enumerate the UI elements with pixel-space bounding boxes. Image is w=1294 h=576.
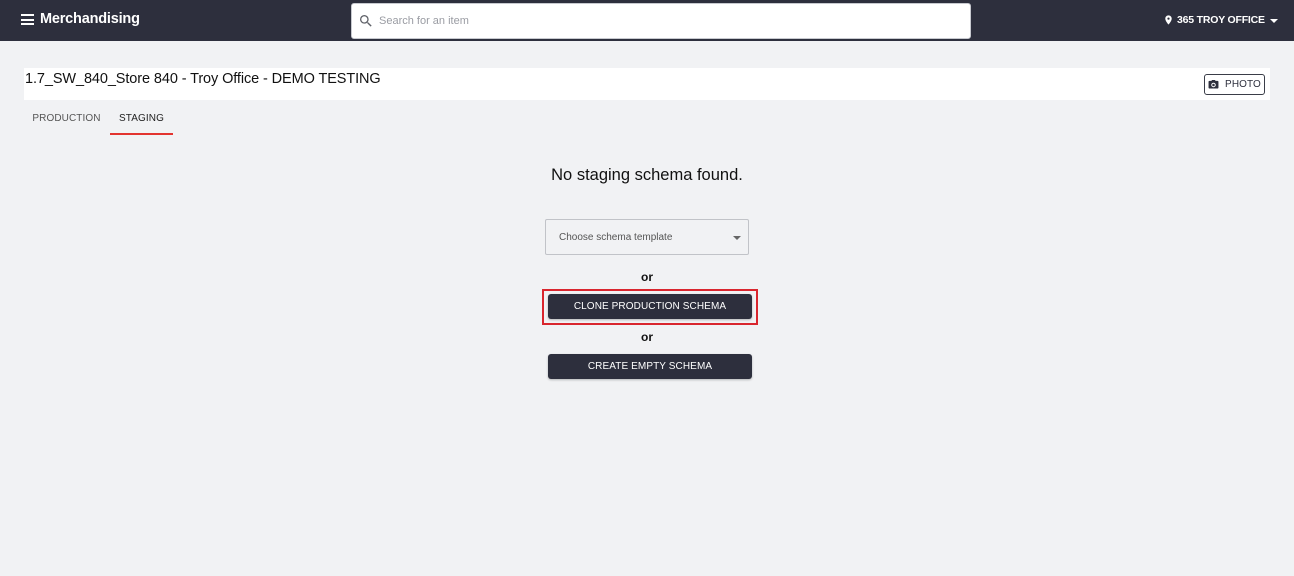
clone-production-schema-button[interactable]: CLONE PRODUCTION SCHEMA	[548, 294, 752, 319]
search-icon	[360, 15, 372, 27]
app-bar: Merchandising 365 TROY OFFICE	[0, 0, 1294, 41]
search-input[interactable]	[379, 5, 964, 37]
location-selector[interactable]: 365 TROY OFFICE	[1163, 12, 1278, 28]
tab-staging[interactable]: STAGING	[110, 107, 173, 135]
page-title: 1.7_SW_840_Store 840 - Troy Office - DEM…	[25, 71, 381, 87]
menu-icon[interactable]	[21, 14, 34, 25]
empty-state-message: No staging schema found.	[551, 166, 743, 184]
app-title: Merchandising	[40, 11, 140, 27]
camera-icon	[1208, 80, 1219, 89]
schema-template-placeholder: Choose schema template	[559, 232, 673, 243]
page-header: 1.7_SW_840_Store 840 - Troy Office - DEM…	[24, 68, 1270, 100]
create-empty-schema-button[interactable]: CREATE EMPTY SCHEMA	[548, 354, 752, 379]
photo-button[interactable]: PHOTO	[1204, 74, 1265, 95]
schema-template-select[interactable]: Choose schema template	[545, 219, 749, 255]
search-box[interactable]	[351, 3, 971, 39]
chevron-down-icon	[1269, 18, 1278, 23]
photo-button-label: PHOTO	[1225, 79, 1261, 90]
or-separator: or	[641, 270, 653, 284]
or-separator: or	[641, 330, 653, 344]
location-label: 365 TROY OFFICE	[1177, 14, 1265, 26]
chevron-down-icon	[733, 236, 741, 240]
map-pin-icon	[1165, 15, 1172, 25]
tab-production[interactable]: PRODUCTION	[24, 107, 109, 135]
